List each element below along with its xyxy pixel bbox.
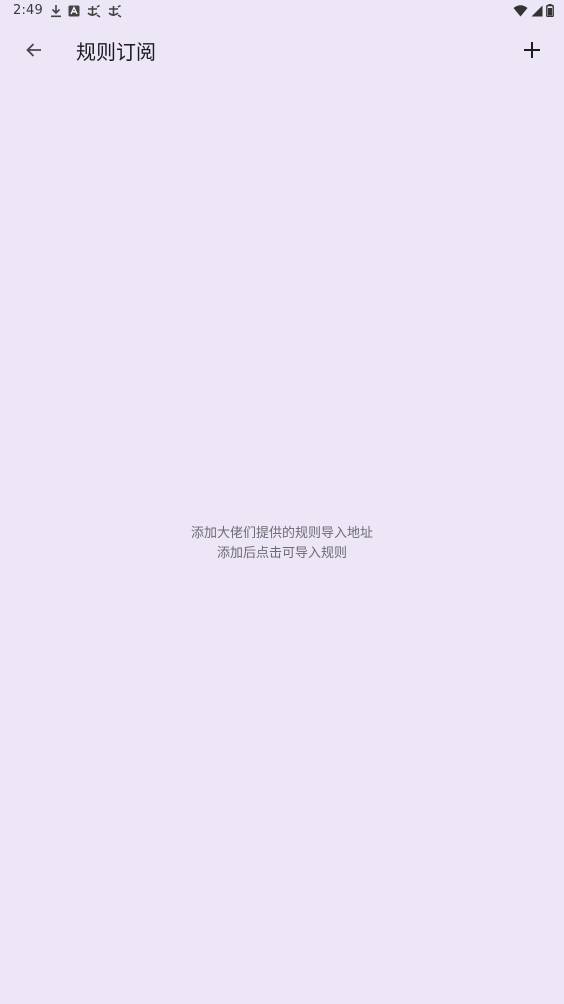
wifi-icon xyxy=(513,4,528,17)
page-title: 规则订阅 xyxy=(76,40,156,64)
notification-icons xyxy=(50,4,122,18)
empty-state-line-1: 添加大佬们提供的规则导入地址 xyxy=(190,526,373,541)
signal-icon xyxy=(531,5,543,17)
arrow-back-icon xyxy=(24,40,44,64)
status-time: 2:49 xyxy=(13,3,43,18)
a-box-icon xyxy=(68,5,80,17)
status-bar: 2:49 xyxy=(0,0,564,24)
battery-icon xyxy=(546,4,554,17)
bug-icon xyxy=(107,4,122,18)
bug-icon xyxy=(86,4,101,18)
empty-state-line-2: 添加后点击可导入规则 xyxy=(216,546,347,561)
app-bar: 规则订阅 xyxy=(0,24,564,80)
system-icons xyxy=(513,4,554,17)
empty-state-message: 添加大佬们提供的规则导入地址 添加后点击可导入规则 xyxy=(0,524,564,564)
add-subscription-button[interactable] xyxy=(512,32,552,72)
plus-icon xyxy=(523,41,541,63)
back-button[interactable] xyxy=(14,32,54,72)
download-icon xyxy=(50,4,62,18)
